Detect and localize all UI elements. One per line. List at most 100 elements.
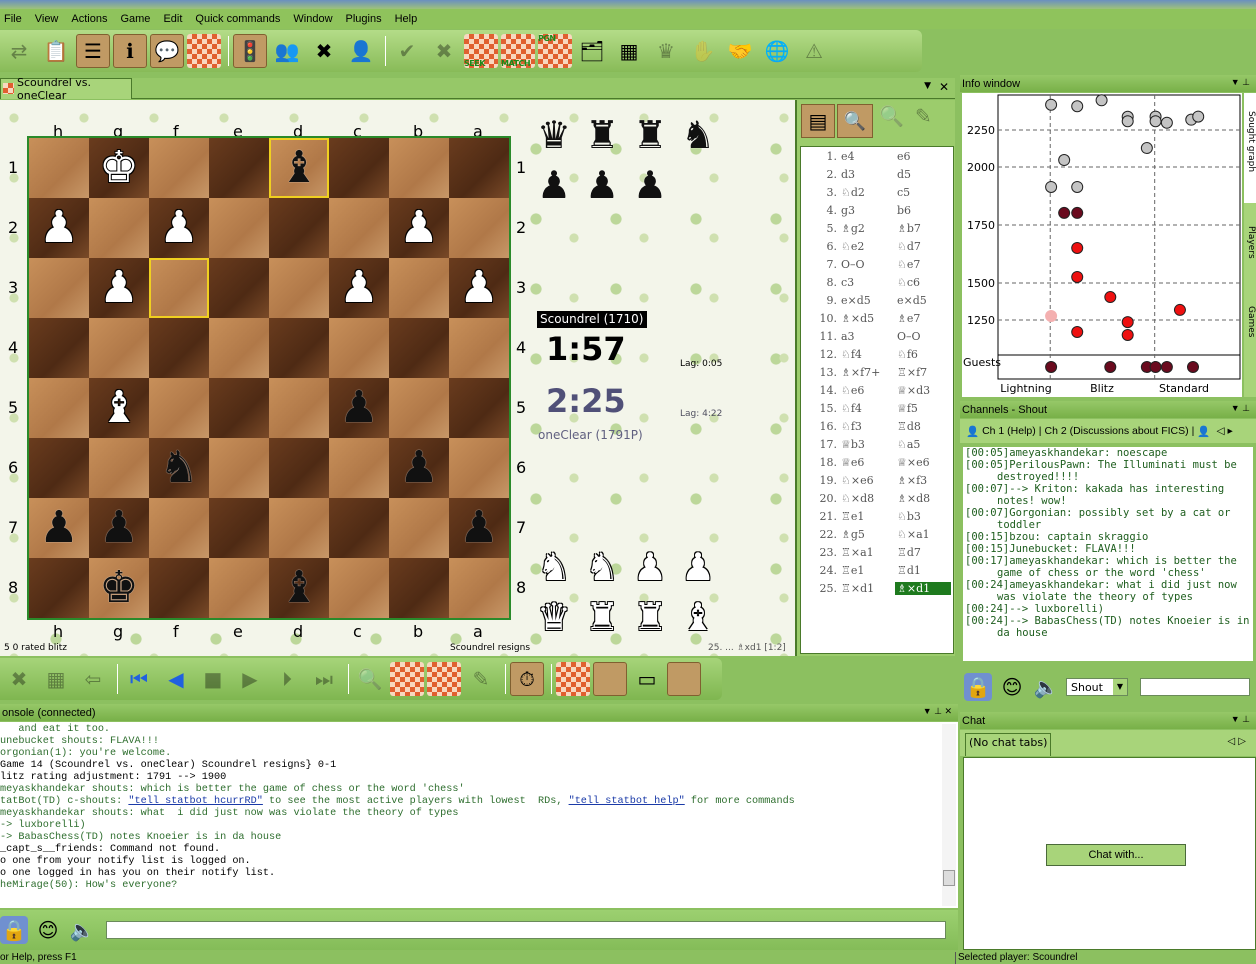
notation-icon[interactable]: ▤ [801,104,835,138]
black-move[interactable]: ♗×d8 [895,492,951,505]
square-e2[interactable] [209,198,269,258]
user-icon[interactable]: 👤 [344,34,378,68]
square-a8[interactable] [449,558,509,618]
black-move[interactable]: ♗b7 [895,222,951,235]
square-f2[interactable]: ♟ [149,198,209,258]
scroll-tabs-icon[interactable]: ◁ ▸ [1216,425,1232,437]
draw-icon[interactable]: ▦ [39,662,73,696]
panel-controls-icon[interactable]: ▼ ⊥ [1231,77,1250,88]
square-b6[interactable]: ♟ [389,438,449,498]
previous-move-icon[interactable]: ◀ [159,662,193,696]
handshake-icon[interactable]: 🤝 [723,34,757,68]
square-f7[interactable] [149,498,209,558]
square-f4[interactable] [149,318,209,378]
black-pawn-piece[interactable]: ♟ [99,506,138,550]
last-move-icon[interactable]: ⏭ [307,662,341,696]
white-move[interactable]: ♗g5 [841,528,895,541]
white-move[interactable]: ♕b3 [841,438,895,451]
square-d4[interactable] [269,318,329,378]
white-move[interactable]: a3 [841,330,895,343]
white-move[interactable]: ♘f4 [841,402,895,415]
square-g8[interactable]: ♚ [89,558,149,618]
menu-file[interactable]: File [4,13,22,25]
black-pawn-piece[interactable]: ♟ [459,506,498,550]
close-icon[interactable]: ✕ [939,80,949,94]
square-d2[interactable] [269,198,329,258]
flip-board-icon[interactable] [556,662,590,696]
square-h3[interactable] [29,258,89,318]
black-pawn-piece[interactable]: ♟ [339,386,378,430]
menu-plugins[interactable]: Plugins [346,13,382,25]
abort-icon[interactable]: ⇦ [76,662,110,696]
black-bishop-piece[interactable]: ♝ [279,566,318,610]
menu-view[interactable]: View [35,13,59,25]
square-g7[interactable]: ♟ [89,498,149,558]
white-move[interactable]: ♘e6 [841,384,895,397]
black-move[interactable]: ♗×d1 [894,580,952,596]
black-move[interactable]: ♕×d3 [895,384,951,397]
black-move[interactable]: ♘d7 [895,240,951,253]
white-move[interactable]: d3 [841,168,895,181]
square-b5[interactable] [389,378,449,438]
square-g2[interactable] [89,198,149,258]
square-a4[interactable] [449,318,509,378]
black-move[interactable]: ♖×f7 [895,366,951,379]
info-window-icon[interactable]: ℹ [113,34,147,68]
search-icon[interactable]: 🔍 [879,104,913,138]
panel-controls-icon[interactable]: ▼ ⊥ [1231,714,1250,725]
traffic-light-icon[interactable]: 🚦 [233,34,267,68]
black-move[interactable]: ♕f5 [895,402,951,415]
white-move[interactable]: ♘×e6 [841,474,895,487]
white-move[interactable]: ♗×d5 [841,312,895,325]
console-link[interactable]: "tell statbot hcurrRD" [128,796,263,807]
square-c5[interactable]: ♟ [329,378,389,438]
seek-button[interactable]: SEEK [464,34,498,68]
square-e3[interactable] [209,258,269,318]
white-king-piece[interactable]: ♚ [99,146,138,190]
hand-icon[interactable]: ✋ [686,34,720,68]
square-c7[interactable] [329,498,389,558]
panel-controls-icon[interactable]: ▼ ⊥ [1231,403,1250,414]
sought-graph[interactable]: 2250 2000 1750 1500 1250 Guests Lightning Blitz… [962,93,1242,397]
white-move[interactable]: g3 [841,204,895,217]
square-g4[interactable] [89,318,149,378]
speaker-icon[interactable]: 🔈 [68,916,96,944]
white-pawn-piece[interactable]: ♟ [339,266,378,310]
players-icon[interactable]: 👥 [270,34,304,68]
square-e7[interactable] [209,498,269,558]
shout-select[interactable]: Shout ▼ [1066,678,1128,696]
white-move[interactable]: ♖e1 [841,510,895,523]
white-move[interactable]: ♘d2 [841,186,895,199]
white-move[interactable]: ♗×f7+ [841,366,895,379]
white-move[interactable]: ♖×a1 [841,546,895,559]
square-b7[interactable] [389,498,449,558]
scroll-tabs-icon[interactable]: ◁ ▷ [1227,736,1246,747]
black-move[interactable]: ♘e7 [895,258,951,271]
black-move[interactable]: ♘b3 [895,510,951,523]
white-move[interactable]: e×d5 [841,294,895,307]
square-h6[interactable] [29,438,89,498]
square-d8[interactable]: ♝ [269,558,329,618]
square-g3[interactable]: ♟ [89,258,149,318]
board-list-icon[interactable] [187,34,221,68]
board-info-icon[interactable]: ▭ [630,662,664,696]
white-move[interactable]: ♘×d8 [841,492,895,505]
white-pawn-piece[interactable]: ♟ [459,266,498,310]
first-move-icon[interactable]: ⏮ [122,662,156,696]
console-window-icon[interactable]: ☰ [76,34,110,68]
square-a1[interactable] [449,138,509,198]
white-move[interactable]: O–O [841,258,895,271]
black-move[interactable]: ♕×e6 [895,456,951,469]
square-d7[interactable] [269,498,329,558]
remove-player-icon[interactable]: ✖ [307,34,341,68]
square-f8[interactable] [149,558,209,618]
black-move[interactable]: ♘c6 [895,276,951,289]
square-g1[interactable]: ♚ [89,138,149,198]
square-e1[interactable] [209,138,269,198]
accept-icon[interactable]: ✔ [390,34,424,68]
black-move[interactable]: e6 [895,150,951,163]
black-move[interactable]: c5 [895,186,951,199]
chat-with-button[interactable]: Chat with... [1046,844,1186,866]
black-move[interactable]: b6 [895,204,951,217]
white-pawn-piece[interactable]: ♟ [39,206,78,250]
